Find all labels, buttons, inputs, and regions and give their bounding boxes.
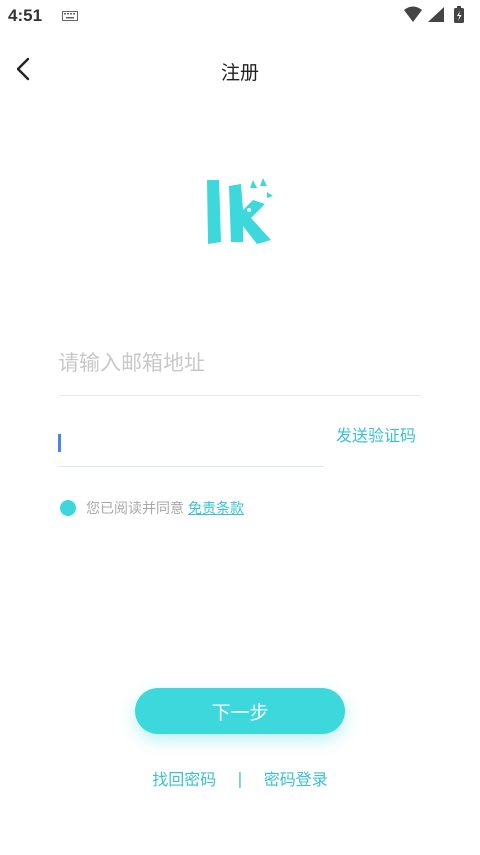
email-input[interactable] <box>58 340 422 386</box>
status-bar: 4:51 <box>0 0 480 32</box>
agreement-text: 您已阅读并同意 <box>86 501 184 517</box>
verification-code-input[interactable] <box>58 424 324 464</box>
battery-icon <box>454 6 464 23</box>
keyboard-icon <box>62 11 78 21</box>
agreement-row: 您已阅读并同意 免责条款 <box>58 497 244 519</box>
next-step-button[interactable]: 下一步 <box>135 688 345 734</box>
link-separator: | <box>237 768 243 788</box>
system-status-icons <box>404 6 464 23</box>
terms-link[interactable]: 免责条款 <box>188 498 244 518</box>
text-caret <box>58 434 61 452</box>
password-login-link[interactable]: 密码登录 <box>264 766 328 790</box>
status-time: 4:51 <box>8 6 43 25</box>
code-underline <box>58 466 324 467</box>
agreement-radio[interactable] <box>60 500 76 516</box>
email-underline <box>58 395 422 396</box>
wifi-icon <box>404 6 422 22</box>
app-logo <box>207 178 273 244</box>
app-bar: 注册 <box>0 40 480 98</box>
signal-icon <box>428 7 444 22</box>
send-code-button[interactable]: 发送验证码 <box>336 422 416 446</box>
page-title: 注册 <box>220 62 259 84</box>
recover-password-link[interactable]: 找回密码 <box>152 766 216 790</box>
bottom-links: 找回密码 | 密码登录 <box>0 766 480 790</box>
